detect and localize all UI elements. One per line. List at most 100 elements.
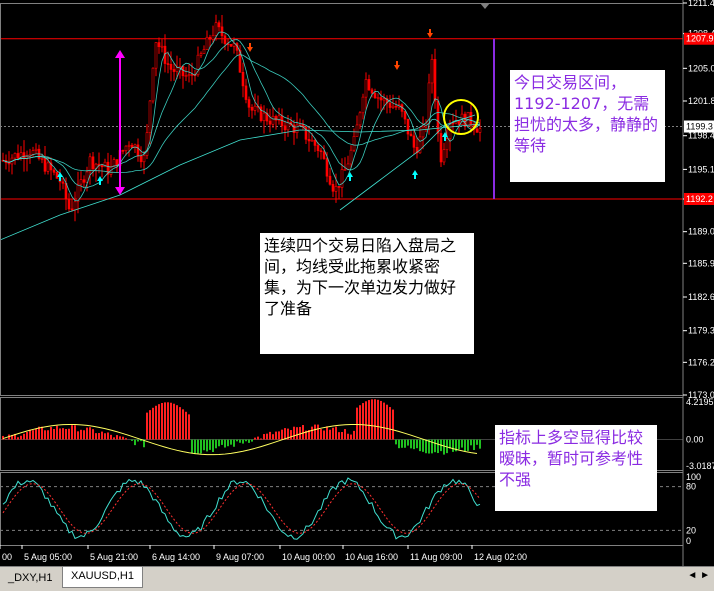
macd-bar <box>92 429 94 439</box>
candle-body <box>272 116 274 124</box>
macd-bar <box>329 430 331 440</box>
macd-bar <box>419 440 421 452</box>
macd-bar <box>107 432 109 439</box>
tab-dxy[interactable]: _DXY,H1 <box>0 569 60 587</box>
macd-bar <box>269 432 271 440</box>
macd-bar <box>191 440 193 454</box>
macd-bar <box>434 440 436 453</box>
candle-body <box>440 133 442 162</box>
candle-body <box>209 37 211 39</box>
macd-bar <box>335 427 337 440</box>
sell-arrow <box>247 43 253 52</box>
price-tick-label: 1185.9 <box>688 258 714 268</box>
macd-bar <box>230 440 232 445</box>
upper-level-tag: 1207.9 <box>686 34 714 44</box>
candle-body <box>89 157 91 172</box>
candle-body <box>140 156 142 162</box>
sell-arrow <box>394 61 400 70</box>
macd-bar <box>59 428 61 439</box>
macd-bar <box>380 401 382 440</box>
candle-body <box>458 121 460 125</box>
candle-body <box>311 140 313 141</box>
candle-body <box>452 123 454 124</box>
candle-body <box>317 145 319 150</box>
macd-bar <box>479 440 481 449</box>
macd-bar <box>359 405 361 439</box>
macd-bar <box>311 427 313 440</box>
candle-body <box>224 36 226 44</box>
candle-body <box>479 129 481 133</box>
candle-body <box>167 64 169 65</box>
macd-bar <box>362 403 364 439</box>
candle-body <box>284 126 286 130</box>
candle-body <box>80 180 82 184</box>
macd-bar <box>35 428 37 439</box>
macd-bar <box>188 414 190 439</box>
candle-body <box>359 113 361 125</box>
sell-arrow <box>427 29 433 38</box>
tab-xauusd[interactable]: XAUUSD,H1 <box>62 567 143 588</box>
macd-bar <box>296 427 298 439</box>
macd-bar <box>290 430 292 440</box>
candle-body <box>269 121 271 124</box>
macd-bar <box>227 440 229 447</box>
candle-body <box>35 149 37 150</box>
macd-bar <box>179 407 181 439</box>
tab-scroll-arrows[interactable]: ◄ ► <box>687 570 710 581</box>
macd-bar <box>212 440 214 452</box>
macd-bar <box>119 436 121 439</box>
macd-bar <box>86 428 88 440</box>
macd-tick-label: 0.00 <box>686 435 704 445</box>
macd-bar <box>32 430 34 439</box>
macd-bar <box>209 440 211 450</box>
time-tick-label: 00 <box>2 552 12 562</box>
macd-tick-label: 4.2195 <box>686 397 714 407</box>
candle-body <box>335 186 337 191</box>
candle-body <box>443 150 445 162</box>
macd-bar <box>56 426 58 440</box>
candle-body <box>347 164 349 169</box>
buy-arrow <box>412 170 418 179</box>
candle-body <box>323 152 325 159</box>
stoch-tick-label: 100 <box>686 472 701 482</box>
macd-bar <box>389 407 391 440</box>
candle-body <box>263 113 265 121</box>
stoch-d-line <box>3 484 480 534</box>
candle-body <box>32 151 34 155</box>
macd-bar <box>368 400 370 440</box>
macd-bar <box>20 436 22 440</box>
candle-body <box>446 139 448 150</box>
candle-body <box>8 163 10 164</box>
candle-body <box>170 64 172 69</box>
candle-body <box>128 145 130 146</box>
indicator-annotation: 指标上多空显得比较暧昧，暂时可参考性不强 <box>495 425 657 511</box>
macd-bar <box>146 413 148 440</box>
macd-bar <box>398 440 400 449</box>
macd-bar <box>257 437 259 440</box>
candle-body <box>137 145 139 156</box>
candle-body <box>230 44 232 46</box>
macd-bar <box>278 431 280 439</box>
candle-body <box>14 153 16 158</box>
macd-bar <box>461 440 463 448</box>
macd-bar <box>215 440 217 449</box>
macd-bar <box>206 440 208 452</box>
macd-bar <box>344 429 346 439</box>
macd-bar <box>50 427 52 440</box>
macd-bar <box>254 438 256 440</box>
candle-body <box>422 127 424 137</box>
candle-body <box>161 46 163 47</box>
time-tick-label: 6 Aug 14:00 <box>152 552 200 562</box>
candle-body <box>332 184 334 191</box>
macd-bar <box>416 440 418 449</box>
macd-bar <box>326 426 328 439</box>
macd-bar <box>407 440 409 446</box>
candle-body <box>77 184 79 202</box>
macd-bar <box>176 405 178 439</box>
macd-bar <box>275 432 277 440</box>
macd-bar <box>392 410 394 440</box>
candle-body <box>53 170 55 172</box>
candle-body <box>329 176 331 184</box>
macd-bar <box>173 404 175 440</box>
macd-bar <box>314 425 316 440</box>
